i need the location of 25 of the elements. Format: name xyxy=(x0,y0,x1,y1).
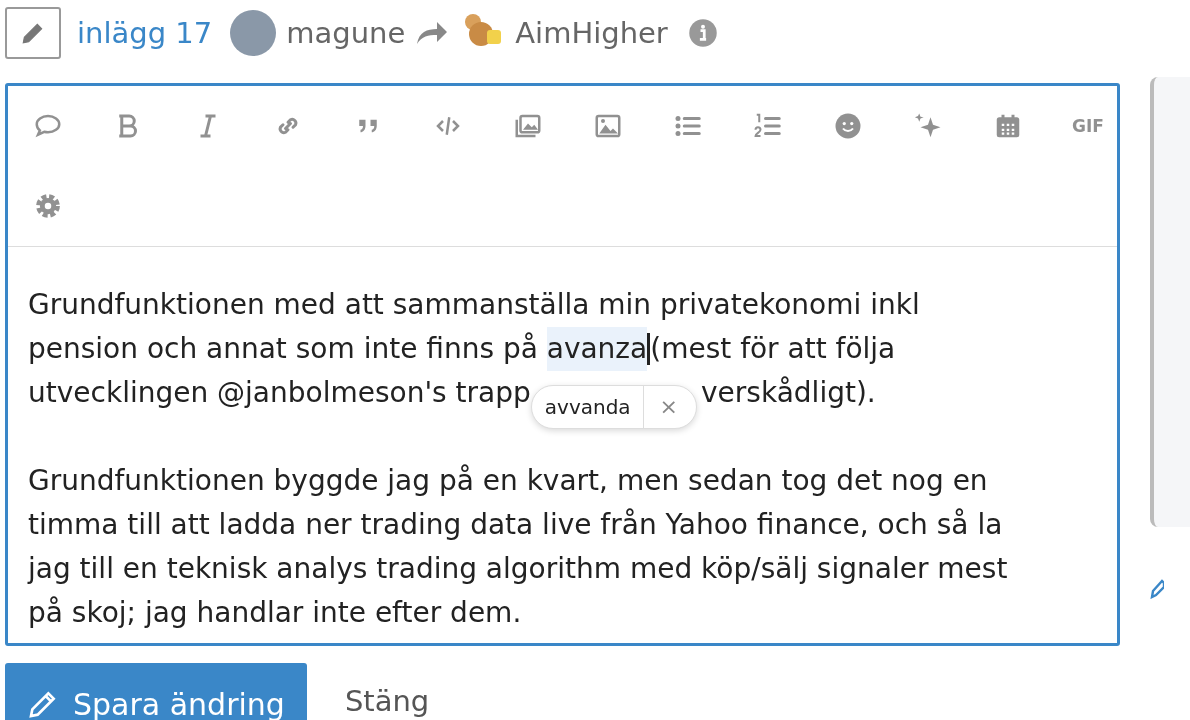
text-line: verskådligt). xyxy=(701,375,876,411)
pencil-icon[interactable] xyxy=(1150,577,1164,599)
post-link[interactable]: inlägg 17 xyxy=(77,16,213,50)
smiley-icon[interactable] xyxy=(833,111,863,141)
text-line: på skoj; jag handlar inte efter dem. xyxy=(28,595,522,631)
avatar[interactable] xyxy=(230,10,277,56)
text-line: jag till en teknisk analys trading algorithm med köp/sälj signaler mest xyxy=(28,551,1008,587)
settings-icon[interactable] xyxy=(33,191,63,221)
info-icon[interactable] xyxy=(687,18,718,48)
dismiss-button[interactable]: × xyxy=(643,385,697,429)
suggestion-button[interactable]: avvanda xyxy=(531,385,644,429)
gif-button[interactable]: GIF xyxy=(1072,116,1104,136)
text-line: Grundfunktionen byggde jag på en kvart, men sedan tog det nog en xyxy=(28,463,988,499)
author-name: magune xyxy=(286,16,406,50)
misspelled-word: avanza xyxy=(546,327,648,371)
edit-button[interactable] xyxy=(5,7,61,59)
reply-to-name: AimHigher xyxy=(515,16,668,50)
text-line: pension och annat som inte finns på xyxy=(28,331,539,367)
save-button[interactable]: Spara ändring xyxy=(5,663,307,720)
text-line: utvecklingen @janbolmeson's trapp xyxy=(28,375,531,411)
text-line: Grundfunktionen med att sammanställa min privatekonomi inkl xyxy=(28,287,920,323)
text-line: (mest för att följa xyxy=(650,331,896,367)
text-cursor xyxy=(647,333,651,365)
text-line: timma till att ladda ner trading data live från Yahoo finance, och så la xyxy=(28,507,1003,543)
close-button[interactable]: Stäng xyxy=(338,677,436,719)
